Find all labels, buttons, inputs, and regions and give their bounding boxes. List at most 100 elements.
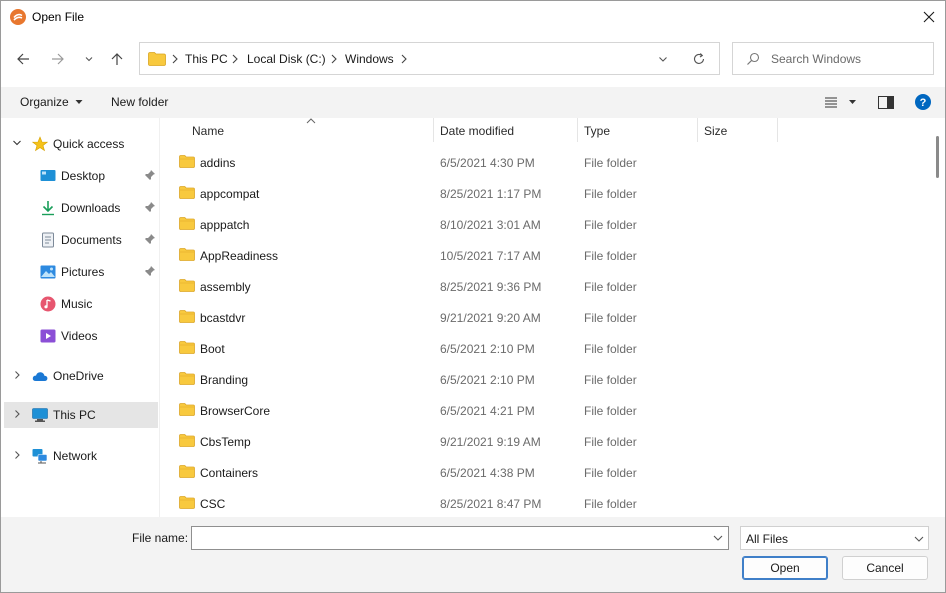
table-row[interactable]: AppReadiness 10/5/2021 7:17 AM File folder [161, 240, 931, 271]
file-type: File folder [584, 218, 637, 232]
column-divider[interactable] [777, 118, 778, 142]
file-type: File folder [584, 280, 637, 294]
breadcrumb-this-pc[interactable]: This PC [185, 52, 228, 66]
search-box[interactable] [732, 42, 934, 75]
caret-down-icon [75, 100, 83, 104]
organize-button[interactable]: Organize [20, 95, 83, 109]
file-name: Branding [200, 373, 249, 387]
help-button[interactable]: ? [915, 94, 931, 113]
column-header-size[interactable]: Size [698, 118, 777, 144]
back-button[interactable] [11, 45, 35, 73]
folder-icon [179, 434, 195, 450]
folder-icon [179, 310, 195, 326]
view-options-button[interactable] [824, 96, 858, 111]
folder-icon [179, 248, 195, 264]
table-row[interactable]: addins 6/5/2021 4:30 PM File folder [161, 147, 931, 178]
sidebar-item-videos[interactable]: Videos [4, 323, 158, 349]
file-date-modified: 8/25/2021 9:36 PM [440, 280, 542, 294]
chevron-down-icon[interactable] [712, 533, 724, 543]
file-name-combobox[interactable] [191, 526, 729, 550]
sidebar-item-documents[interactable]: Documents [4, 227, 158, 253]
breadcrumb-windows[interactable]: Windows [345, 52, 394, 66]
file-type: File folder [584, 497, 637, 511]
file-type: File folder [584, 311, 637, 325]
file-date-modified: 8/25/2021 1:17 PM [440, 187, 542, 201]
music-icon [40, 296, 56, 312]
list-view-icon [825, 97, 856, 108]
forward-button[interactable] [46, 45, 70, 73]
file-date-modified: 9/21/2021 9:19 AM [440, 435, 541, 449]
table-row[interactable]: appcompat 8/25/2021 1:17 PM File folder [161, 178, 931, 209]
sidebar-item-music[interactable]: Music [4, 291, 158, 317]
refresh-icon [693, 53, 705, 64]
table-row[interactable]: CbsTemp 9/21/2021 9:19 AM File folder [161, 426, 931, 457]
arrow-left-icon [17, 53, 29, 65]
file-date-modified: 6/5/2021 2:10 PM [440, 342, 535, 356]
preview-pane-icon [878, 96, 894, 109]
table-row[interactable]: apppatch 8/10/2021 3:01 AM File folder [161, 209, 931, 240]
table-row[interactable]: Boot 6/5/2021 2:10 PM File folder [161, 333, 931, 364]
video-icon [40, 329, 56, 343]
sidebar-item-quick-access[interactable]: Quick access [4, 131, 158, 157]
title-bar: Open File [1, 1, 945, 33]
table-row[interactable]: Containers 6/5/2021 4:38 PM File folder [161, 457, 931, 488]
sidebar-item-this-pc[interactable]: This PC [4, 402, 158, 428]
table-row[interactable]: assembly 8/25/2021 9:36 PM File folder [161, 271, 931, 302]
cancel-button[interactable]: Cancel [842, 556, 928, 580]
folder-icon [179, 372, 195, 388]
file-type: File folder [584, 249, 637, 263]
sidebar-item-downloads[interactable]: Downloads [4, 195, 158, 221]
file-name: addins [200, 156, 236, 170]
file-date-modified: 6/5/2021 2:10 PM [440, 373, 535, 387]
table-row[interactable]: BrowserCore 6/5/2021 4:21 PM File folder [161, 395, 931, 426]
refresh-button[interactable] [691, 51, 707, 67]
navigation-pane: Quick access Desktop Downloads Documents… [1, 118, 160, 517]
column-header-name[interactable]: Name [161, 118, 433, 144]
scrollbar-thumb[interactable] [936, 136, 939, 178]
chevron-right-icon [15, 410, 20, 418]
svg-text:?: ? [920, 97, 927, 109]
address-history-dropdown[interactable] [655, 51, 671, 67]
column-header-type[interactable]: Type [578, 118, 697, 144]
pin-icon [145, 266, 155, 276]
arrow-up-icon [111, 53, 123, 65]
pin-icon [145, 234, 155, 244]
address-bar[interactable]: This PC Local Disk (C:) Windows [139, 42, 720, 75]
breadcrumb-local-disk[interactable]: Local Disk (C:) [247, 52, 326, 66]
table-row[interactable]: CSC 8/25/2021 8:47 PM File folder [161, 488, 931, 517]
chevron-right-icon [15, 451, 20, 459]
file-date-modified: 8/10/2021 3:01 AM [440, 218, 541, 232]
star-icon [32, 136, 48, 152]
search-icon [746, 52, 760, 69]
file-type: File folder [584, 404, 637, 418]
file-name: bcastdvr [200, 311, 246, 325]
table-row[interactable]: bcastdvr 9/21/2021 9:20 AM File folder [161, 302, 931, 333]
sidebar-item-network[interactable]: Network [4, 443, 158, 469]
sidebar-item-onedrive[interactable]: OneDrive [4, 363, 158, 389]
open-button[interactable]: Open [742, 556, 828, 580]
arrow-right-icon [52, 53, 64, 65]
sidebar-item-desktop[interactable]: Desktop [4, 163, 158, 189]
desktop-icon [40, 170, 56, 181]
file-name: CSC [200, 497, 226, 511]
search-input[interactable] [771, 49, 926, 69]
vertical-scrollbar[interactable] [931, 118, 945, 517]
file-date-modified: 6/5/2021 4:21 PM [440, 404, 535, 418]
column-header-date-modified[interactable]: Date modified [434, 118, 577, 144]
close-button[interactable] [913, 3, 945, 31]
new-folder-button[interactable]: New folder [111, 95, 168, 109]
recent-locations-button[interactable] [77, 45, 101, 73]
up-button[interactable] [105, 45, 129, 73]
sidebar-item-pictures[interactable]: Pictures [4, 259, 158, 285]
preview-pane-button[interactable] [878, 96, 894, 112]
table-row[interactable]: Branding 6/5/2021 2:10 PM File folder [161, 364, 931, 395]
chevron-down-icon [659, 57, 667, 62]
folder-icon [179, 496, 195, 512]
file-name-input[interactable] [196, 529, 704, 547]
close-icon [923, 11, 935, 23]
file-name: Boot [200, 342, 225, 356]
app-logo-icon [10, 9, 26, 25]
file-type: File folder [584, 187, 637, 201]
file-type-filter[interactable]: All Files [740, 526, 929, 550]
folder-icon [179, 465, 195, 481]
